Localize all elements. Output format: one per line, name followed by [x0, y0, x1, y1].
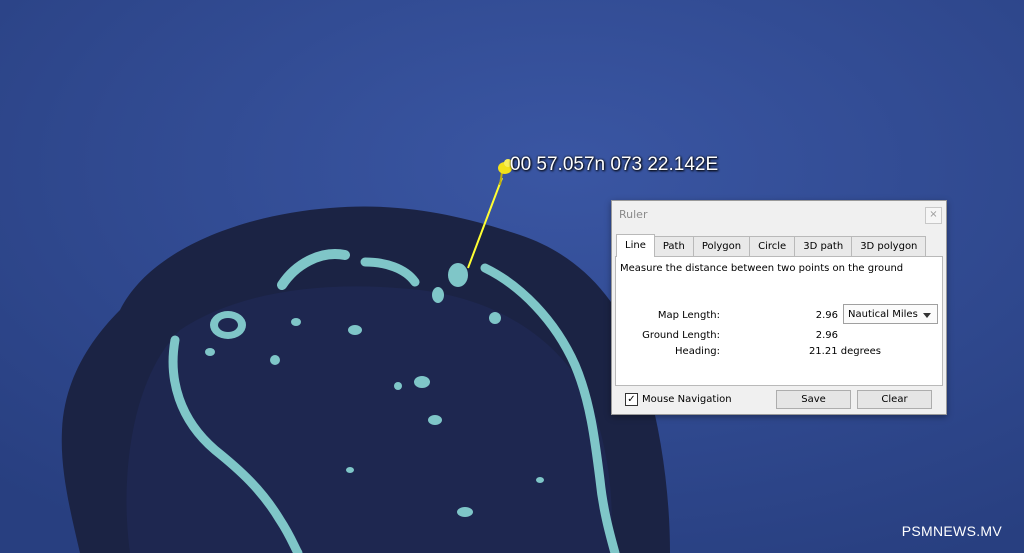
- tab-path[interactable]: Path: [653, 236, 694, 257]
- tab-3d-path[interactable]: 3D path: [794, 236, 853, 257]
- ground-length-value: 2.96: [815, 330, 838, 341]
- mouse-navigation-label[interactable]: Mouse Navigation: [642, 394, 732, 405]
- ruler-tabs: Line Path Polygon Circle 3D path 3D poly…: [616, 234, 927, 257]
- line-tab-panel: Measure the distance between two points …: [615, 256, 943, 386]
- tab-line[interactable]: Line: [616, 234, 655, 257]
- tab-polygon[interactable]: Polygon: [692, 236, 751, 257]
- map-length-label: Map Length:: [657, 310, 720, 321]
- clear-button[interactable]: Clear: [857, 390, 932, 409]
- description-text: Measure the distance between two points …: [620, 263, 904, 274]
- close-button[interactable]: ×: [925, 207, 942, 224]
- tab-3d-polygon[interactable]: 3D polygon: [851, 236, 927, 257]
- dialog-footer: ✓ Mouse Navigation Save Clear: [612, 388, 946, 414]
- heading-label: Heading:: [675, 346, 720, 357]
- watermark: PSMNEWS.MV: [901, 523, 1002, 539]
- map-length-value: 2.96: [815, 310, 838, 321]
- unit-selected-value: Nautical Miles: [848, 309, 918, 320]
- save-button[interactable]: Save: [776, 390, 851, 409]
- heading-value: 21.21 degrees: [808, 346, 881, 357]
- mouse-navigation-checkbox[interactable]: ✓: [625, 393, 638, 406]
- tab-circle[interactable]: Circle: [749, 236, 796, 257]
- close-icon: ×: [929, 209, 938, 220]
- dialog-titlebar[interactable]: Ruler ×: [612, 201, 946, 229]
- dialog-title: Ruler: [619, 208, 648, 221]
- chevron-down-icon: [923, 313, 931, 318]
- ground-length-label: Ground Length:: [642, 330, 720, 341]
- checkmark-icon: ✓: [627, 394, 636, 405]
- ruler-dialog: Ruler × Line Path Polygon Circle 3D path…: [611, 200, 947, 415]
- pin-coordinates-label: 00 57.057n 073 22.142E: [510, 154, 719, 175]
- unit-select[interactable]: Nautical Miles: [843, 304, 938, 324]
